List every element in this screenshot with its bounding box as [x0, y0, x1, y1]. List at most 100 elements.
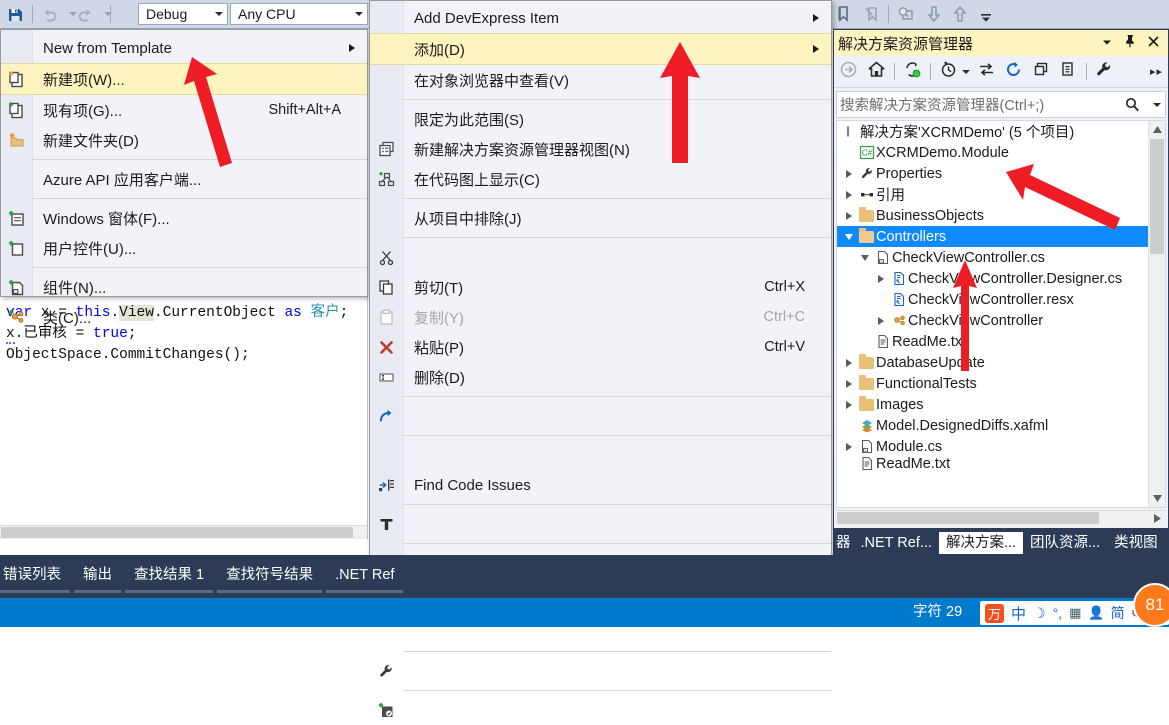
tab-solution-explorer[interactable]: 解决方案... [938, 532, 1024, 554]
tree-row-project[interactable]: C# XCRMDemo.Module [837, 142, 1165, 163]
keyboard-icon[interactable]: ▦ [1069, 605, 1081, 621]
tree-row-solution[interactable]: 解决方案'XCRMDemo' (5 个项目) [837, 121, 1165, 142]
tree-hscrollbar[interactable] [836, 510, 1166, 526]
chevron-down-icon[interactable] [861, 254, 869, 261]
moon-icon[interactable]: ☽ [1033, 605, 1046, 622]
refresh-icon[interactable] [1003, 59, 1024, 85]
tab-dotnet-ref[interactable]: .NET Ref... [854, 532, 939, 554]
chevron-right-icon[interactable] [846, 190, 852, 199]
ime-toolbar[interactable]: 万 中 ☽ °, ▦ 👤 简 ⚙ 81 [980, 583, 1169, 627]
home-icon[interactable] [866, 59, 887, 85]
menu-item-add-solution-to-subversion[interactable] [370, 695, 831, 725]
chinese-mode-icon[interactable]: 中 [1011, 603, 1026, 624]
chevron-down-icon[interactable] [845, 233, 853, 240]
chevron-right-icon[interactable] [878, 316, 884, 325]
tree-row-readme-root[interactable]: ReadMe.txt [837, 457, 1165, 470]
menu-item-find-code-issues[interactable] [370, 440, 831, 470]
menu-item-view-in-object-browser[interactable]: 在对象浏览器中查看(V) [370, 65, 831, 95]
clear-bookmarks-icon[interactable] [860, 2, 884, 26]
bookmark-icon[interactable] [832, 2, 856, 26]
down-arrow-icon[interactable] [922, 2, 946, 26]
editor-hscrollbar[interactable] [0, 525, 367, 539]
chevron-right-icon[interactable] [846, 379, 852, 388]
pin-icon[interactable] [1124, 34, 1136, 52]
menu-item-user-control[interactable]: 用户控件(U)... [1, 233, 367, 263]
solution-explorer-search-box[interactable]: 搜索解决方案资源管理器(Ctrl+;) [836, 91, 1166, 118]
tree-row-model-designed-diffs[interactable]: Model.DesignedDiffs.xafml [837, 415, 1165, 436]
up-arrow-icon[interactable] [948, 2, 972, 26]
collapse-all-icon[interactable] [1031, 59, 1052, 85]
tab-partial-left[interactable]: 器 [834, 532, 854, 554]
menu-item-show-on-code-map[interactable]: 在代码图上显示(C) [370, 164, 831, 194]
tree-row-functional-tests[interactable]: FunctionalTests [837, 373, 1165, 394]
menu-item-new-item[interactable]: 新建项(W)... [1, 63, 367, 95]
tree-row-module-cs[interactable]: Module.cs [837, 436, 1165, 457]
wubi-icon[interactable]: 万 [985, 603, 1004, 623]
menu-item-cut[interactable] [370, 242, 831, 272]
tree-row-checkviewcontroller-designer[interactable]: CheckViewController.Designer.cs [837, 268, 1165, 289]
chevron-right-icon[interactable] [846, 358, 852, 367]
chevron-right-icon[interactable] [846, 442, 852, 451]
toolbar-overflow-icon[interactable] [974, 6, 998, 30]
bottom-tab-find-results-1[interactable]: 查找结果 1 [125, 560, 214, 593]
menu-item-class[interactable]: 类(C)... [1, 302, 367, 332]
tab-class-view[interactable]: 类视图 [1107, 532, 1165, 554]
scroll-down-arrow-icon[interactable] [1149, 490, 1165, 507]
solution-explorer-tree[interactable]: 解决方案'XCRMDemo' (5 个项目) C# XCRMDemo.Modul… [836, 120, 1166, 508]
tree-row-checkviewcontroller-cs[interactable]: CheckViewController.cs [837, 247, 1165, 268]
tree-row-business-objects[interactable]: BusinessObjects [837, 205, 1165, 226]
chevron-right-icon[interactable] [846, 211, 852, 220]
punctuation-icon[interactable]: °, [1053, 605, 1063, 621]
chevron-right-icon[interactable] [846, 400, 852, 409]
scroll-up-arrow-icon[interactable] [1149, 121, 1165, 138]
sync-with-active-document-icon[interactable] [902, 59, 923, 85]
solution-platform-combo[interactable]: Any CPU [230, 3, 368, 25]
tree-row-readme-inner[interactable]: ReadMe.txt [837, 331, 1165, 352]
menu-item-show-type-dependency-diagram[interactable] [370, 509, 831, 539]
tree-row-images[interactable]: Images [837, 394, 1165, 415]
tree-row-checkviewcontroller-class[interactable]: CheckViewController [837, 310, 1165, 331]
add-submenu[interactable]: New from Template 新建项(W)... 现有项(G)... Sh… [0, 29, 368, 327]
menu-item-properties[interactable] [370, 656, 831, 686]
menu-item-add-devexpress-item[interactable]: Add DevExpress Item [370, 3, 831, 33]
show-all-files-icon[interactable] [1058, 59, 1079, 85]
menu-item-open-folder-in-file-explorer[interactable] [370, 401, 831, 431]
notification-badge[interactable]: 81 [1133, 583, 1169, 627]
user-icon[interactable]: 👤 [1088, 605, 1104, 621]
simplified-icon[interactable]: 简 [1111, 603, 1125, 623]
chevron-right-icon[interactable] [846, 169, 852, 178]
menu-item-find-symbols-external-to-scope[interactable]: Find Code Issues [370, 470, 831, 500]
bottom-tab-find-symbol-results[interactable]: 查找符号结果 [217, 560, 323, 593]
redo-icon[interactable] [73, 3, 97, 27]
close-icon[interactable] [1147, 35, 1160, 52]
menu-item-scope-to-this[interactable]: 限定为此范围(S) [370, 104, 831, 134]
tree-row-checkviewcontroller-resx[interactable]: CheckViewController.resx [837, 289, 1165, 310]
scroll-right-arrow-icon[interactable] [1149, 512, 1165, 524]
editor-hscroll-thumb[interactable] [1, 527, 353, 538]
menu-item-windows-form[interactable]: Windows 窗体(F)... [1, 203, 367, 233]
search-icon[interactable] [1124, 96, 1145, 113]
menu-item-azure-api-app-client[interactable]: Azure API 应用客户端... [1, 164, 367, 194]
menu-item-rename[interactable]: 删除(D) [370, 362, 831, 392]
tree-vscroll-thumb[interactable] [1150, 139, 1164, 254]
bottom-tab-dotnet-ref[interactable]: .NET Ref [326, 560, 404, 593]
solution-explorer-overflow-icon[interactable]: ▸▸ [1150, 65, 1168, 78]
tree-vscrollbar[interactable] [1148, 121, 1165, 507]
menu-item-new-from-template[interactable]: New from Template [1, 33, 367, 63]
tab-team-explorer[interactable]: 团队资源... [1023, 532, 1107, 554]
bottom-tab-error-list[interactable]: 错误列表 [0, 560, 70, 593]
tree-row-controllers[interactable]: Controllers [837, 226, 1165, 247]
save-all-icon[interactable] [4, 3, 28, 27]
back-icon[interactable] [838, 59, 859, 85]
search-input[interactable]: 搜索解决方案资源管理器(Ctrl+;) [837, 94, 1124, 115]
menu-item-new-folder[interactable]: 新建文件夹(D) [1, 125, 367, 155]
bottom-tab-output[interactable]: 输出 [74, 560, 121, 593]
tree-row-database-update[interactable]: DatabaseUpdate [837, 352, 1165, 373]
menu-item-component[interactable]: 组件(N)... [1, 272, 367, 302]
chevron-down-icon[interactable] [962, 69, 970, 74]
project-context-menu[interactable]: Add DevExpress Item 添加(D) 在对象浏览器中查看(V) 限… [369, 0, 832, 717]
tree-row-references[interactable]: 引用 [837, 184, 1165, 205]
chevron-right-icon[interactable] [878, 274, 884, 283]
menu-item-new-solution-explorer-view[interactable]: 新建解决方案资源管理器视图(N) [370, 134, 831, 164]
tree-row-properties[interactable]: Properties [837, 163, 1165, 184]
